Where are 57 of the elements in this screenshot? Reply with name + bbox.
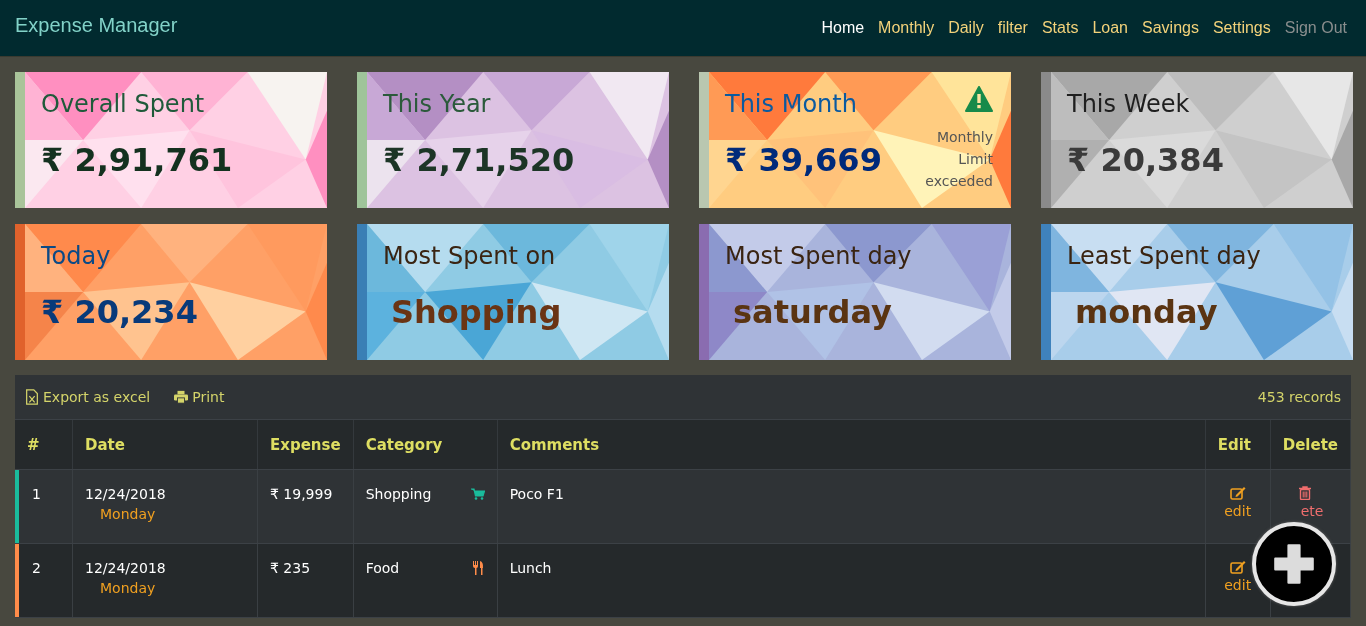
plus-icon — [1272, 542, 1316, 586]
edit-icon — [1229, 560, 1246, 574]
edit-button[interactable]: edit — [1224, 486, 1252, 519]
nav-link[interactable]: Savings — [1135, 19, 1206, 37]
excel-file-icon — [25, 389, 39, 405]
column-header: Expense — [257, 420, 354, 470]
nav-link[interactable]: Stats — [1034, 19, 1086, 37]
card-value: ₹ 2,71,520 — [383, 140, 575, 180]
card-title: This Month — [725, 89, 857, 120]
print-button[interactable]: Print — [174, 389, 225, 405]
warning-icon — [965, 86, 993, 112]
table-cell: Lunch — [497, 543, 1206, 618]
category-text: Food — [365, 560, 400, 576]
column-header: Date — [72, 420, 258, 470]
column-header: # — [15, 420, 73, 470]
card-value: monday — [1074, 292, 1218, 332]
nav-link[interactable]: Loan — [1085, 19, 1135, 37]
export-button[interactable]: Export as excel — [25, 389, 151, 405]
card-title: Today — [41, 241, 111, 272]
table-cell: Poco F1 — [497, 469, 1206, 544]
date-text: 12/24/2018 — [85, 486, 166, 502]
card-title: Least Spent day — [1067, 241, 1261, 272]
brand-title[interactable]: Expense Manager — [15, 13, 178, 37]
nav-link[interactable]: Settings — [1205, 19, 1278, 37]
card-title: Most Spent day — [725, 241, 912, 272]
card-value: ₹ 20,384 — [1067, 140, 1224, 180]
nav-link[interactable]: Daily — [941, 19, 991, 37]
card-value: ₹ 20,234 — [41, 292, 198, 332]
nav-link[interactable]: filter — [990, 19, 1035, 37]
table-cell: ₹ 235 — [257, 543, 354, 618]
trash-icon — [1297, 486, 1314, 500]
column-header: Comments — [497, 420, 1206, 470]
card-title: Most Spent on — [383, 241, 556, 272]
card-value: saturday — [732, 292, 892, 332]
card-title: Overall Spent — [41, 89, 205, 120]
weekday-text: Monday — [99, 580, 156, 596]
date-text: 12/24/2018 — [85, 560, 166, 576]
edit-icon — [1229, 486, 1246, 500]
column-header: Delete — [1270, 420, 1351, 470]
column-header: Category — [353, 420, 498, 470]
nav-link[interactable]: Home — [814, 19, 872, 37]
edit-button[interactable]: edit — [1224, 560, 1252, 593]
printer-icon — [174, 389, 189, 405]
record-count: 453 records — [1257, 389, 1341, 405]
card-value: ₹ 2,91,761 — [41, 140, 233, 180]
column-header: Edit — [1205, 420, 1271, 470]
row-number: 2 — [31, 559, 41, 578]
card-title: This Year — [383, 89, 491, 120]
card-value: ₹ 39,669 — [725, 140, 882, 180]
table-cell: ₹ 19,999 — [257, 469, 354, 544]
card-title: This Week — [1067, 89, 1190, 120]
category-text: Shopping — [365, 486, 432, 502]
delete-button[interactable]: ete — [1297, 486, 1324, 519]
row-number: 1 — [31, 485, 41, 504]
weekday-text: Monday — [99, 506, 156, 522]
nav-link[interactable]: Monthly — [871, 19, 942, 37]
card-value: Shopping — [390, 292, 562, 332]
